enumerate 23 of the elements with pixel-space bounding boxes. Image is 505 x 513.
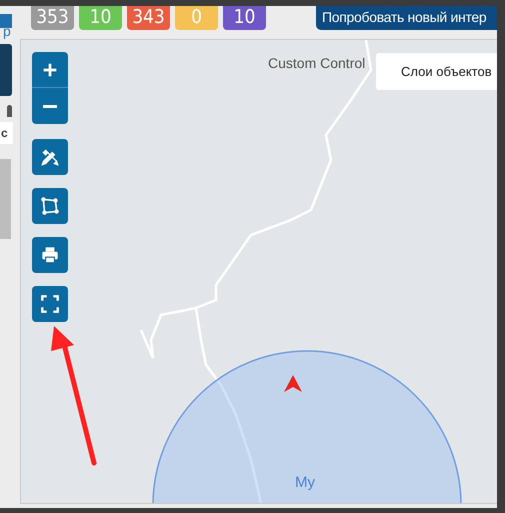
try-new-interface-button[interactable]: Попробовать новый интер [316, 6, 497, 30]
counter-badge[interactable]: 343 [127, 6, 170, 30]
minus-icon [43, 104, 57, 108]
zoom-out-button[interactable] [32, 88, 68, 124]
layers-button[interactable]: Слои объектов [376, 53, 497, 90]
zoom-in-button[interactable] [32, 52, 68, 88]
fullscreen-icon [39, 293, 61, 315]
fullscreen-button[interactable] [32, 286, 68, 322]
polygon-button[interactable] [32, 188, 68, 224]
print-button[interactable] [32, 237, 68, 273]
sidebar-link[interactable]: р [3, 23, 11, 39]
plus-icon [41, 60, 59, 78]
polygon-icon [39, 195, 61, 217]
map-canvas[interactable]: Custom Control Слои объектов My [20, 39, 497, 504]
location-marker-icon [284, 375, 302, 392]
sidebar-logo [0, 14, 12, 28]
circle-label: My [295, 474, 315, 491]
sidebar-panel [0, 44, 12, 96]
counter-badge[interactable]: 10 [223, 6, 266, 30]
sidebar-tab[interactable]: с [0, 122, 13, 144]
draw-tools-button[interactable] [32, 139, 68, 175]
custom-control-label: Custom Control [268, 55, 366, 71]
counter-badge[interactable]: 353 [31, 6, 74, 30]
